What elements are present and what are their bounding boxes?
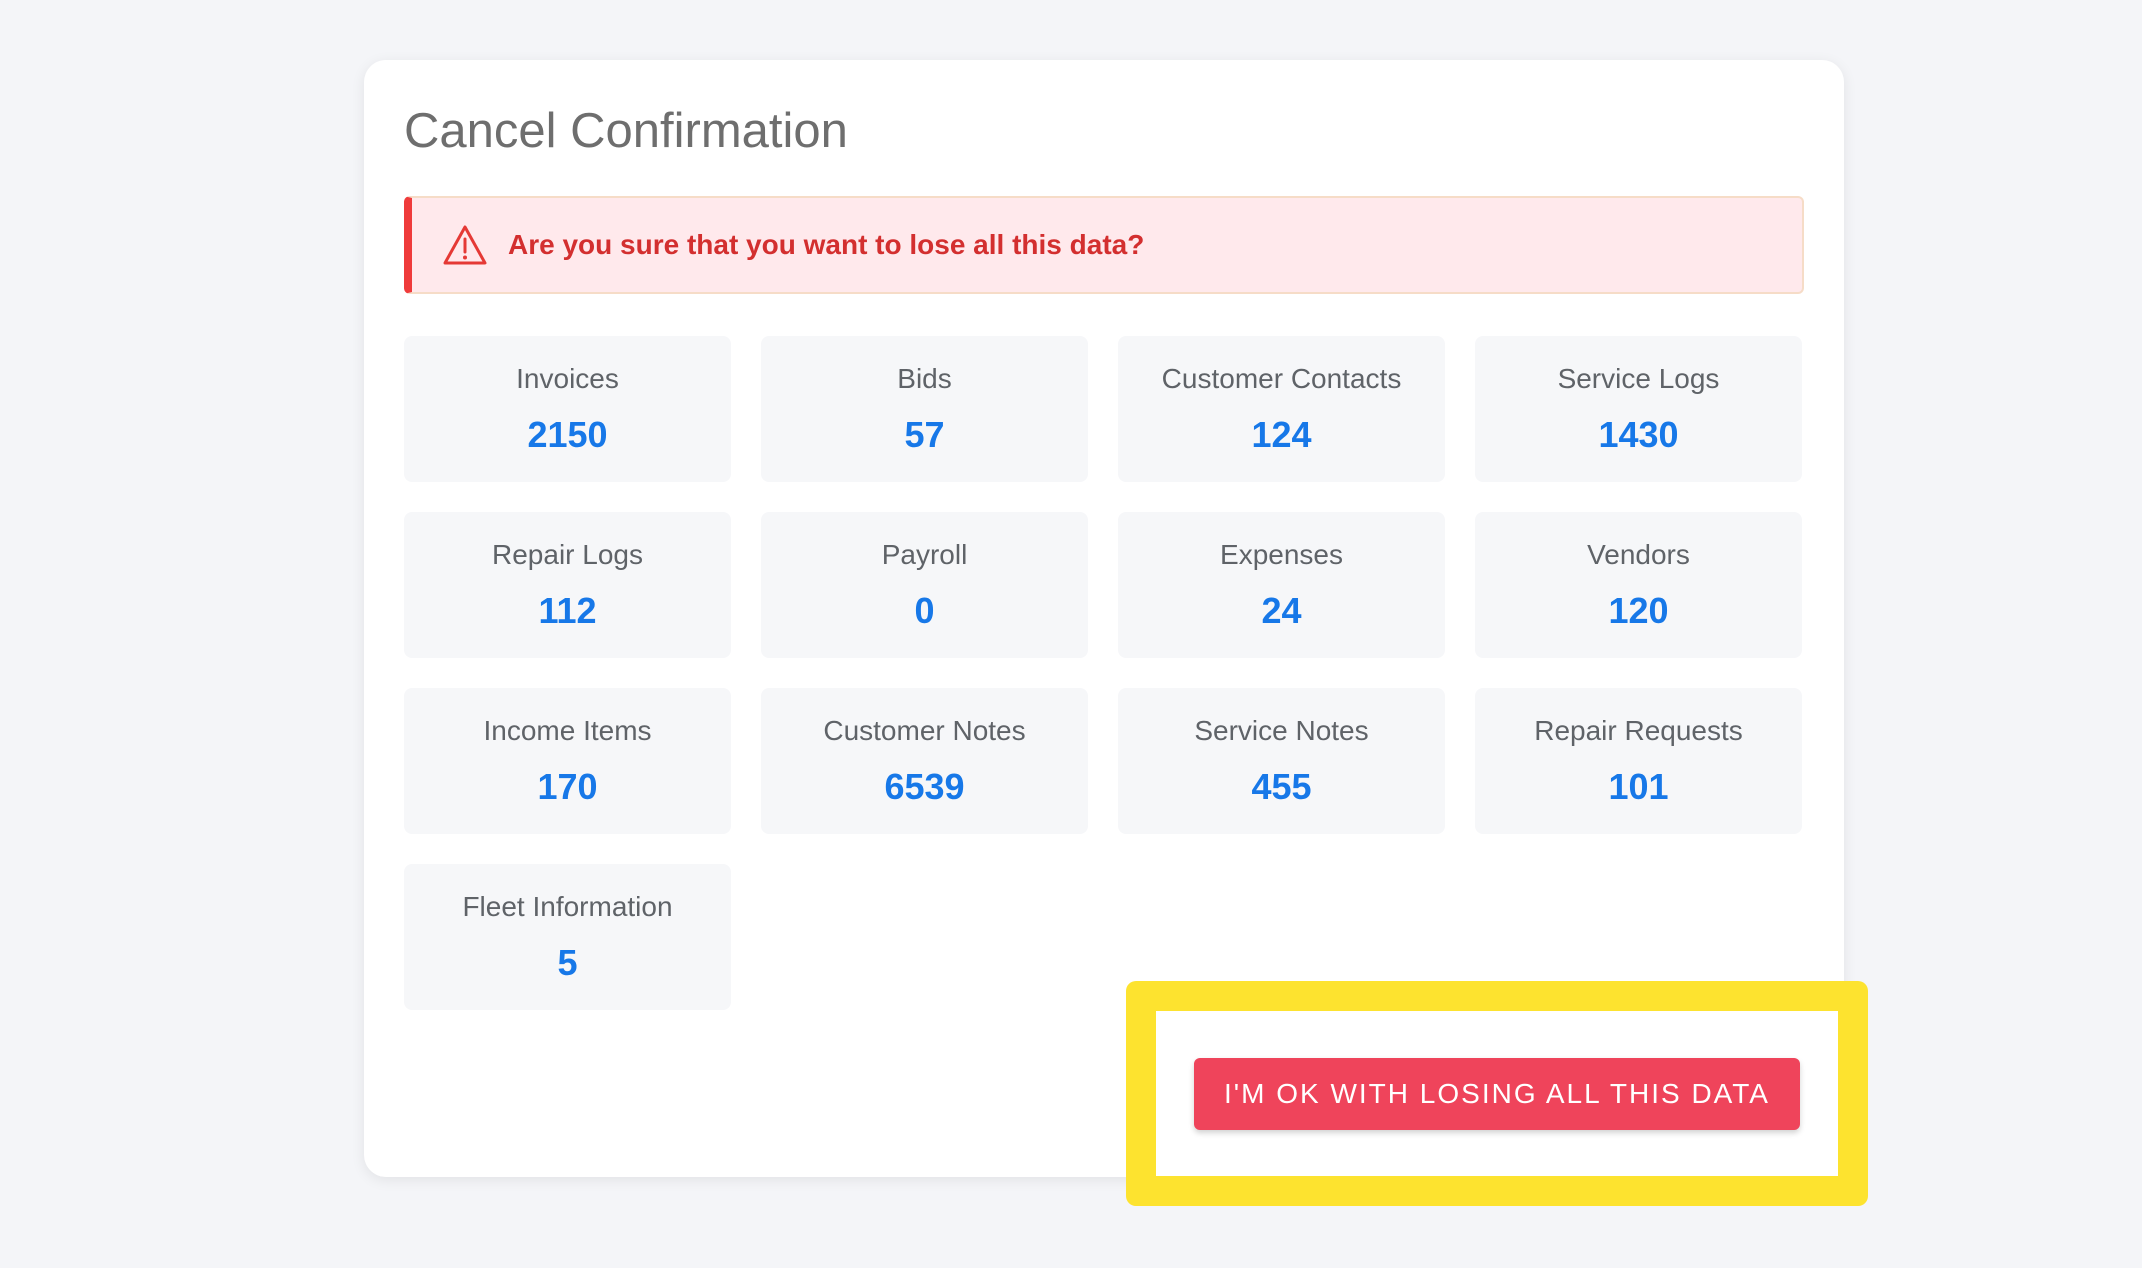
stat-value: 6539 [884, 766, 965, 808]
stat-card-vendors: Vendors 120 [1475, 512, 1802, 658]
stat-label: Income Items [483, 714, 652, 746]
stat-label: Customer Notes [823, 714, 1026, 746]
stat-card-service-notes: Service Notes 455 [1118, 688, 1445, 834]
stat-label: Customer Contacts [1161, 362, 1402, 394]
stat-label: Service Logs [1557, 362, 1720, 394]
stat-label: Bids [897, 362, 952, 394]
stat-label: Invoices [516, 362, 619, 394]
stat-value: 0 [914, 590, 935, 632]
stat-value: 120 [1608, 590, 1669, 632]
stat-value: 112 [538, 590, 597, 632]
stat-value: 2150 [527, 414, 608, 456]
warning-alert: Are you sure that you want to lose all t… [404, 196, 1804, 294]
stat-label: Payroll [881, 538, 968, 570]
stat-value: 124 [1251, 414, 1312, 456]
stat-card-customer-contacts: Customer Contacts 124 [1118, 336, 1445, 482]
dialog-title: Cancel Confirmation [404, 104, 848, 158]
stat-value: 170 [537, 766, 598, 808]
stat-value: 24 [1261, 590, 1302, 632]
stat-value: 1430 [1598, 414, 1679, 456]
stat-label: Expenses [1220, 538, 1343, 570]
stat-card-invoices: Invoices 2150 [404, 336, 731, 482]
confirm-lose-data-button[interactable]: I'M OK WITH LOSING ALL THIS DATA [1194, 1057, 1800, 1130]
stat-label: Vendors [1587, 538, 1690, 570]
stat-card-expenses: Expenses 24 [1118, 512, 1445, 658]
stat-value: 101 [1608, 766, 1669, 808]
stat-card-payroll: Payroll 0 [761, 512, 1088, 658]
alert-message: Are you sure that you want to lose all t… [508, 229, 1145, 260]
stat-value: 57 [904, 414, 945, 456]
stat-card-repair-logs: Repair Logs 112 [404, 512, 731, 658]
stat-card-income-items: Income Items 170 [404, 688, 731, 834]
stat-value: 5 [557, 942, 578, 984]
stat-card-service-logs: Service Logs 1430 [1475, 336, 1802, 482]
stat-label: Repair Logs [492, 538, 643, 570]
stat-value: 455 [1251, 766, 1312, 808]
warning-triangle-icon [442, 224, 488, 266]
stat-card-fleet-information: Fleet Information 5 [404, 864, 731, 1010]
stat-label: Repair Requests [1534, 714, 1743, 746]
data-summary-grid: Invoices 2150 Bids 57 Customer Contacts … [404, 336, 1804, 1010]
stat-label: Fleet Information [462, 890, 673, 922]
stat-label: Service Notes [1194, 714, 1369, 746]
stat-card-bids: Bids 57 [761, 336, 1088, 482]
button-highlight-frame: I'M OK WITH LOSING ALL THIS DATA [1126, 981, 1868, 1206]
stat-card-customer-notes: Customer Notes 6539 [761, 688, 1088, 834]
stat-card-repair-requests: Repair Requests 101 [1475, 688, 1802, 834]
